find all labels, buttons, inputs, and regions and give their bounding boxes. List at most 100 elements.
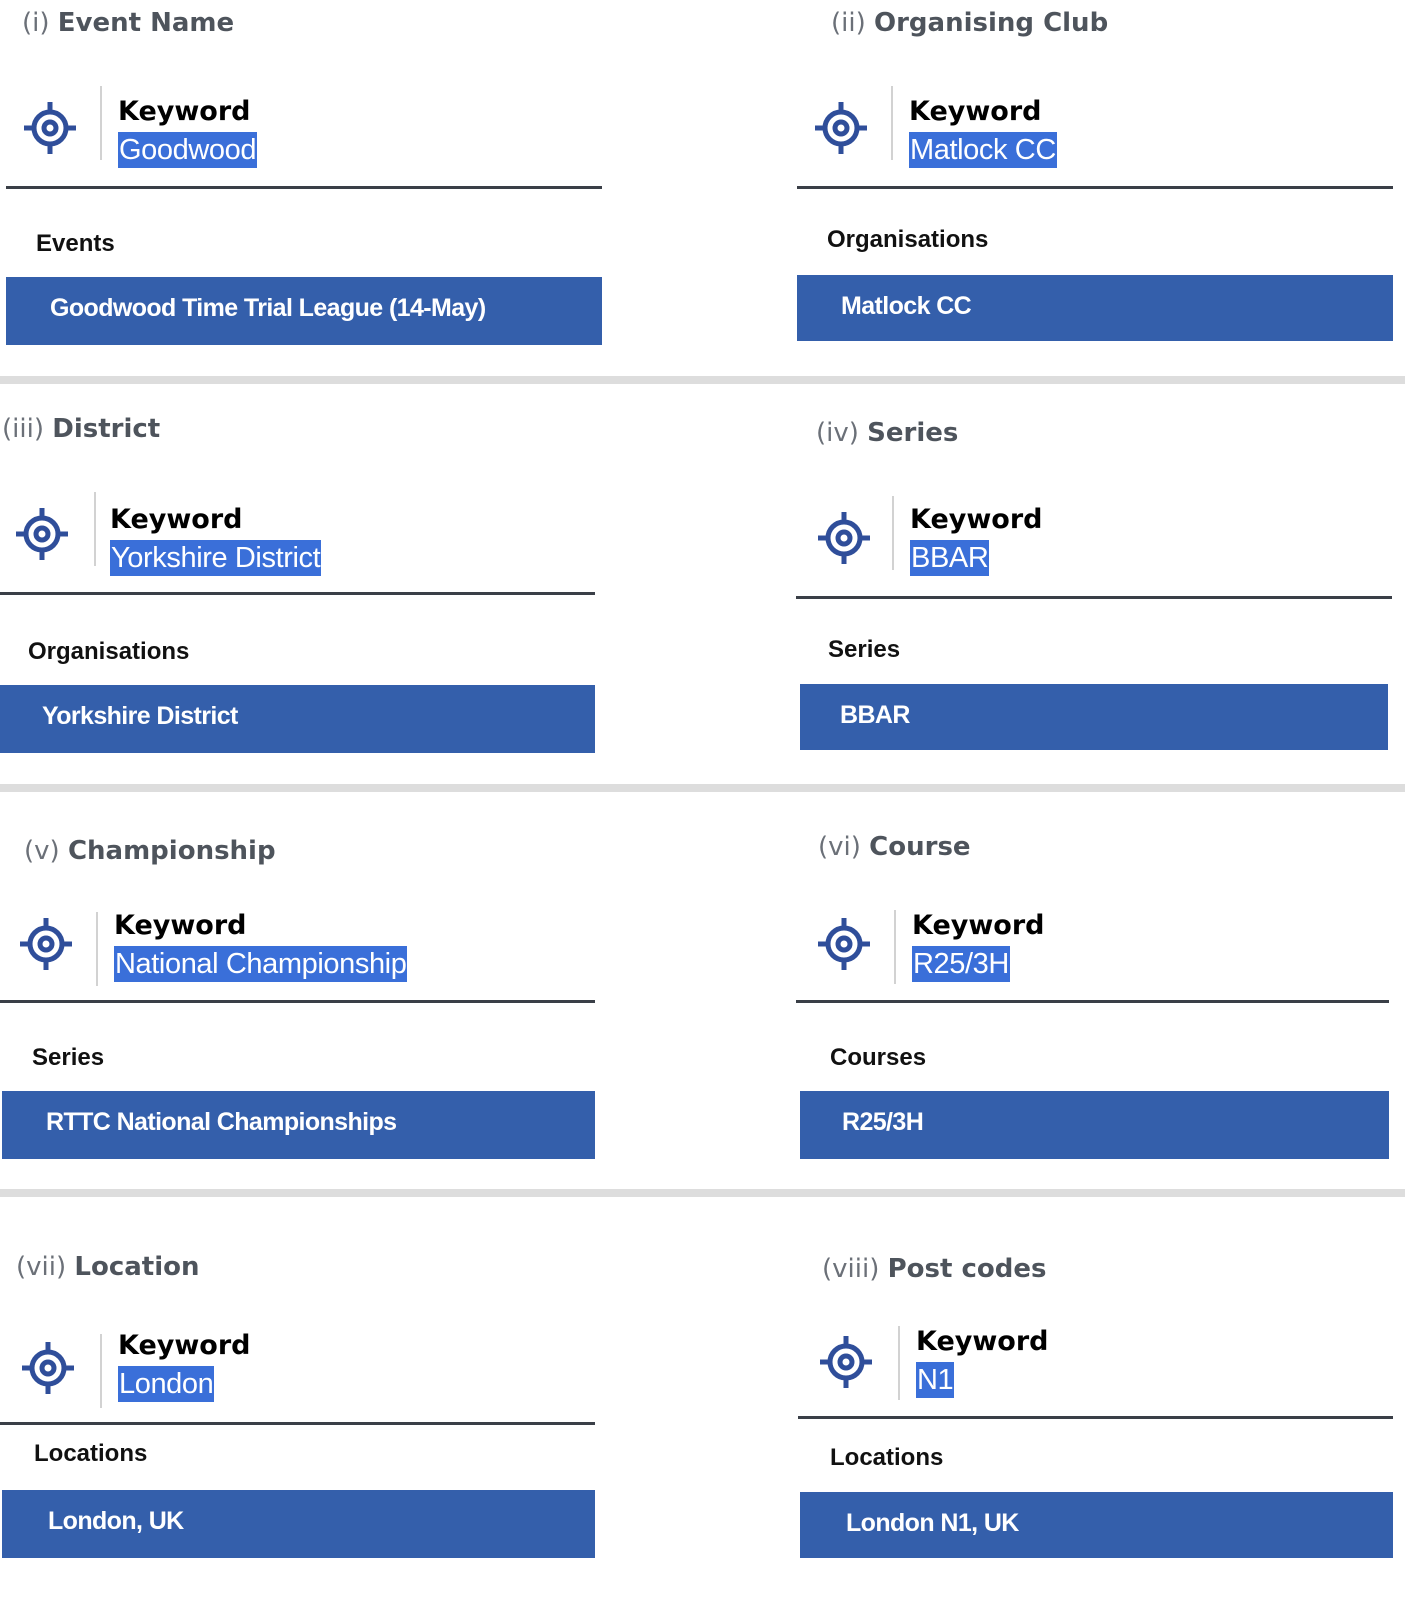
search-underline bbox=[798, 1416, 1393, 1419]
section-separator bbox=[0, 376, 1405, 384]
category-label: Organisations bbox=[827, 226, 989, 253]
keyword-label: Keyword bbox=[114, 910, 247, 941]
keyword-search-row[interactable]: Keyword N1 bbox=[798, 1320, 1394, 1424]
keyword-search-row[interactable]: Keyword Goodwood bbox=[6, 86, 602, 190]
category-label: Locations bbox=[830, 1444, 944, 1471]
row-divider bbox=[96, 912, 98, 986]
result-label: R25/3H bbox=[842, 1108, 924, 1136]
keyword-input[interactable]: Matlock CC bbox=[909, 132, 1057, 168]
search-underline bbox=[0, 592, 595, 595]
category-label: Locations bbox=[34, 1440, 148, 1467]
result-label: London, UK bbox=[48, 1507, 184, 1535]
keyword-label: Keyword bbox=[909, 96, 1042, 127]
result-item[interactable]: RTTC National Championships bbox=[2, 1091, 595, 1159]
panel-championship: (v) Championship Keyword National Champi… bbox=[0, 818, 596, 1188]
search-underline bbox=[797, 186, 1393, 189]
panel-heading: (viii) Post codes bbox=[822, 1254, 1047, 1284]
result-item[interactable]: Goodwood Time Trial League (14-May) bbox=[6, 277, 602, 345]
panel-organising-club: (ii) Organising Club Keyword Matlock CC … bbox=[797, 4, 1393, 374]
result-item[interactable]: Yorkshire District bbox=[0, 685, 595, 753]
row-divider bbox=[892, 496, 894, 570]
category-label: Organisations bbox=[28, 638, 190, 665]
panel-course: (vi) Course Keyword R25/3H Courses R25/3… bbox=[796, 818, 1392, 1188]
result-item[interactable]: BBAR bbox=[800, 684, 1388, 750]
row-divider bbox=[100, 86, 102, 160]
keyword-label: Keyword bbox=[910, 504, 1043, 535]
panel-event-name: (i) Event Name Keyword Goodwood Events G… bbox=[6, 4, 602, 374]
keyword-search-row[interactable]: Keyword Matlock CC bbox=[797, 86, 1393, 190]
row-divider bbox=[100, 1334, 102, 1408]
search-underline bbox=[6, 186, 602, 189]
keyword-input[interactable]: N1 bbox=[916, 1362, 955, 1398]
target-icon bbox=[820, 1336, 872, 1388]
section-separator bbox=[0, 1189, 1405, 1197]
keyword-search-row[interactable]: Keyword London bbox=[0, 1324, 596, 1428]
panel-number: (vi) bbox=[818, 832, 861, 862]
result-item[interactable]: London N1, UK bbox=[800, 1492, 1393, 1558]
panel-heading: (iii) District bbox=[2, 414, 160, 444]
panel-district: (iii) District Keyword Yorkshire Distric… bbox=[0, 410, 596, 780]
panel-title: Post codes bbox=[887, 1254, 1047, 1284]
panel-number: (vii) bbox=[16, 1252, 67, 1282]
result-item[interactable]: London, UK bbox=[2, 1490, 595, 1558]
target-icon bbox=[818, 512, 870, 564]
panel-number: (iv) bbox=[816, 418, 859, 448]
panel-title: Championship bbox=[67, 836, 276, 866]
panel-heading: (vi) Course bbox=[818, 832, 971, 862]
panel-title: Event Name bbox=[57, 8, 235, 38]
panel-number: (viii) bbox=[822, 1254, 880, 1284]
target-icon bbox=[815, 102, 867, 154]
category-label: Courses bbox=[830, 1044, 927, 1071]
keyword-label: Keyword bbox=[118, 96, 251, 127]
target-icon bbox=[24, 102, 76, 154]
panel-heading: (vii) Location bbox=[16, 1252, 200, 1282]
panel-series: (iv) Series Keyword BBAR Series BBAR bbox=[796, 414, 1392, 784]
result-label: Yorkshire District bbox=[42, 702, 238, 730]
result-label: Matlock CC bbox=[841, 292, 972, 320]
panel-number: (iii) bbox=[2, 414, 44, 444]
panel-heading: (v) Championship bbox=[24, 836, 276, 866]
keyword-search-row[interactable]: Keyword Yorkshire District bbox=[0, 492, 596, 596]
keyword-input[interactable]: BBAR bbox=[910, 540, 990, 576]
panel-number: (i) bbox=[22, 8, 50, 38]
result-label: BBAR bbox=[840, 701, 910, 729]
section-separator bbox=[0, 784, 1405, 792]
keyword-input[interactable]: National Championship bbox=[114, 946, 408, 982]
result-item[interactable]: Matlock CC bbox=[797, 275, 1393, 341]
row-divider bbox=[894, 910, 896, 984]
search-underline bbox=[796, 596, 1392, 599]
result-item[interactable]: R25/3H bbox=[800, 1091, 1389, 1159]
keyword-search-row[interactable]: Keyword BBAR bbox=[796, 496, 1392, 600]
keyword-input[interactable]: Goodwood bbox=[118, 132, 258, 168]
panel-location: (vii) Location Keyword London Locations … bbox=[0, 1248, 596, 1618]
panel-title: Organising Club bbox=[874, 8, 1109, 38]
keyword-input[interactable]: London bbox=[118, 1366, 215, 1402]
row-divider bbox=[891, 86, 893, 160]
panel-title: Course bbox=[869, 832, 971, 862]
panel-title: District bbox=[52, 414, 161, 444]
keyword-label: Keyword bbox=[110, 504, 243, 535]
target-icon bbox=[22, 1342, 74, 1394]
row-divider bbox=[898, 1326, 900, 1400]
target-icon bbox=[818, 918, 870, 970]
row-divider bbox=[94, 492, 96, 566]
search-underline bbox=[796, 1000, 1389, 1003]
panel-heading: (i) Event Name bbox=[22, 8, 234, 38]
result-label: RTTC National Championships bbox=[46, 1108, 397, 1136]
target-icon bbox=[16, 508, 68, 560]
keyword-input[interactable]: Yorkshire District bbox=[110, 540, 322, 576]
search-underline bbox=[0, 1422, 595, 1425]
keyword-search-row[interactable]: Keyword R25/3H bbox=[796, 900, 1392, 1004]
panel-heading: (iv) Series bbox=[816, 418, 958, 448]
panel-number: (ii) bbox=[831, 8, 866, 38]
search-underline bbox=[0, 1000, 595, 1003]
keyword-label: Keyword bbox=[118, 1330, 251, 1361]
keyword-input[interactable]: R25/3H bbox=[912, 946, 1010, 982]
keyword-label: Keyword bbox=[916, 1326, 1049, 1357]
panel-heading: (ii) Organising Club bbox=[831, 8, 1108, 38]
panel-post-codes: (viii) Post codes Keyword N1 Locations L… bbox=[798, 1250, 1394, 1620]
keyword-search-row[interactable]: Keyword National Championship bbox=[0, 900, 596, 1004]
panel-title: Series bbox=[867, 418, 959, 448]
target-icon bbox=[20, 918, 72, 970]
category-label: Series bbox=[32, 1044, 105, 1071]
